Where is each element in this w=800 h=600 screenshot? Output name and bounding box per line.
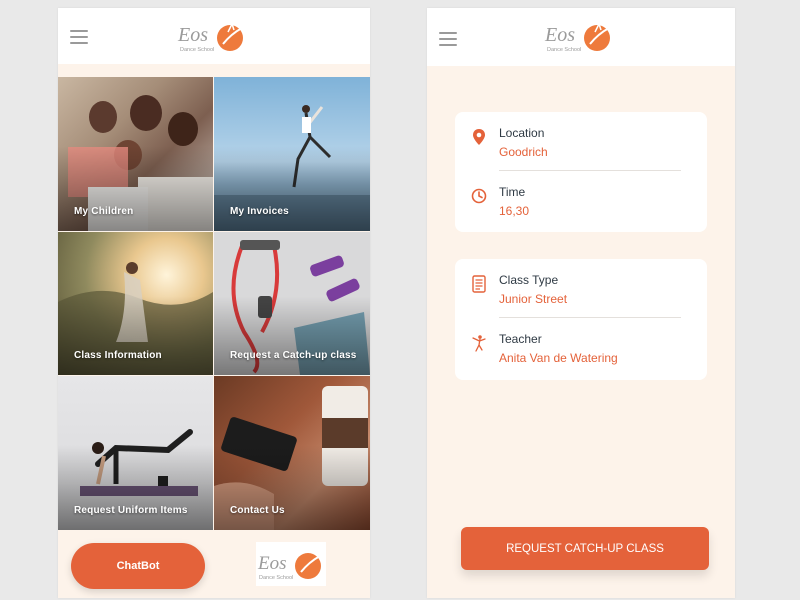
svg-text:Dance School: Dance School <box>259 575 293 581</box>
footer-logo: Eos Dance School <box>256 542 326 586</box>
class-details-screen: Eos Dance School Location Goodrich Time … <box>427 8 735 598</box>
tile-label: Contact Us <box>230 505 285 516</box>
teacher-title: Teacher <box>499 332 542 346</box>
request-catch-up-button[interactable]: REQUEST CATCH-UP CLASS <box>461 527 709 570</box>
class-type-title: Class Type <box>499 273 559 287</box>
divider <box>499 317 681 318</box>
tile-my-invoices[interactable]: My Invoices <box>214 77 370 231</box>
menu-icon[interactable] <box>70 30 88 44</box>
class-teacher-card: Class Type Junior Street Teacher Anita V… <box>455 259 707 380</box>
brand-logo: Eos Dance School <box>543 14 617 58</box>
home-screen: Eos Dance School My Children My Invoices… <box>58 8 370 598</box>
tile-label: My Children <box>74 206 134 217</box>
time-title: Time <box>499 185 526 199</box>
clock-icon <box>471 188 487 204</box>
class-type-value: Junior Street <box>499 292 568 306</box>
menu-icon[interactable] <box>439 32 457 46</box>
tile-label: Request Uniform Items <box>74 505 188 516</box>
document-list-icon <box>472 275 486 293</box>
tile-class-information[interactable]: Class Information <box>58 232 213 375</box>
tile-contact-us[interactable]: Contact Us <box>214 376 370 530</box>
svg-text:Eos: Eos <box>257 553 287 574</box>
tile-label: Class Information <box>74 350 162 361</box>
brand-logo: Eos Dance School <box>176 14 250 58</box>
location-title: Location <box>499 126 545 140</box>
tile-request-uniform[interactable]: Request Uniform Items <box>58 376 213 530</box>
svg-text:Dance School: Dance School <box>547 47 581 53</box>
svg-text:Dance School: Dance School <box>180 47 214 53</box>
svg-text:Eos: Eos <box>544 24 575 46</box>
tile-label: Request a Catch-up class <box>230 350 357 361</box>
dancer-icon <box>472 335 486 352</box>
tile-label: My Invoices <box>230 206 289 217</box>
location-pin-icon <box>473 129 485 145</box>
tile-request-catch-up[interactable]: Request a Catch-up class <box>214 232 370 375</box>
time-value: 16,30 <box>499 204 530 218</box>
location-time-card: Location Goodrich Time 16,30 <box>455 112 707 232</box>
app-header: Eos Dance School <box>58 8 370 64</box>
teacher-value: Anita Van de Watering <box>499 351 618 365</box>
tile-my-children[interactable]: My Children <box>58 77 213 231</box>
location-value: Goodrich <box>499 145 548 159</box>
app-header: Eos Dance School <box>427 8 735 66</box>
divider <box>499 170 681 171</box>
chatbot-button[interactable]: ChatBot <box>71 543 205 589</box>
svg-text:Eos: Eos <box>177 24 208 46</box>
